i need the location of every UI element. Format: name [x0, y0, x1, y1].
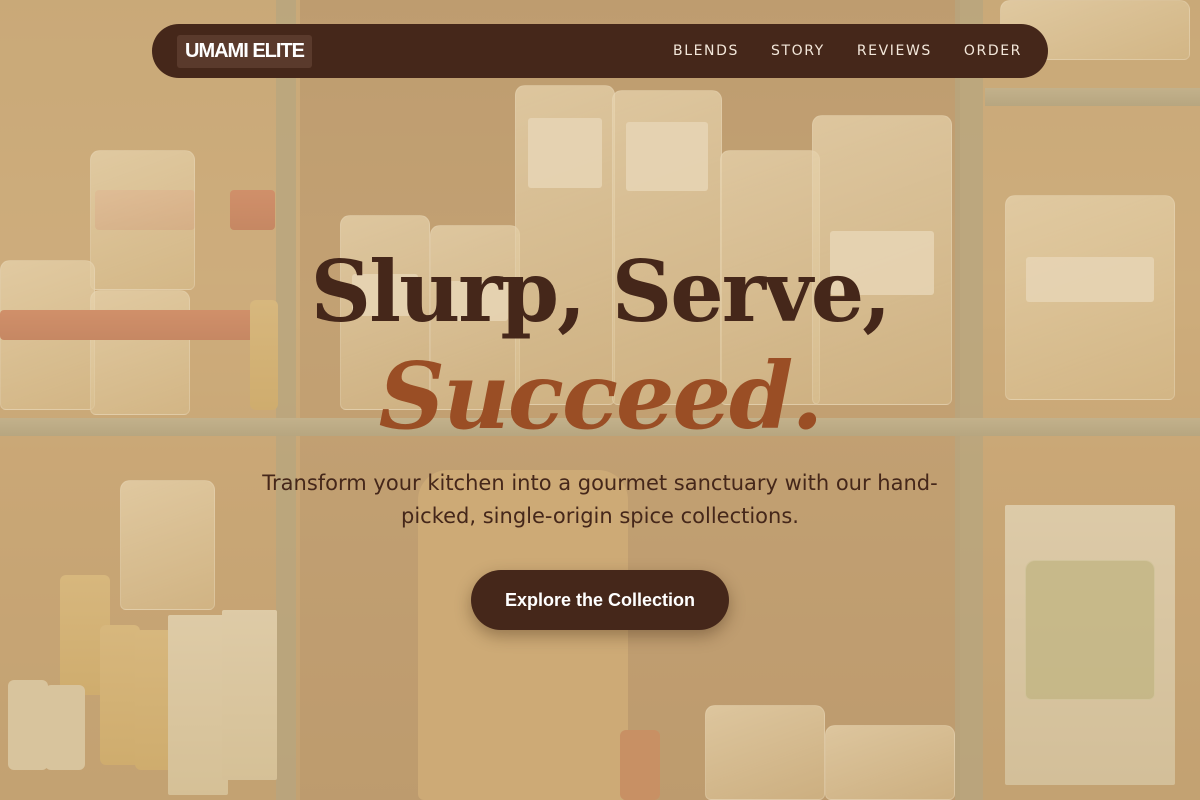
- explore-collection-button[interactable]: Explore the Collection: [471, 570, 729, 630]
- nav-link-story[interactable]: STORY: [771, 43, 825, 59]
- top-navbar: UMAMI ELITE BLENDS STORY REVIEWS ORDER: [152, 24, 1048, 78]
- hero-subtitle: Transform your kitchen into a gourmet sa…: [262, 471, 938, 528]
- hero-headline-line1: Slurp, Serve,: [310, 242, 892, 341]
- nav-link-blends[interactable]: BLENDS: [673, 43, 739, 59]
- brand-logo[interactable]: UMAMI ELITE: [177, 34, 312, 68]
- nav-link-reviews[interactable]: REVIEWS: [857, 43, 932, 59]
- nav-menu: BLENDS STORY REVIEWS ORDER: [673, 43, 1023, 59]
- hero-headline-line2: Succeed.: [378, 342, 824, 450]
- nav-link-order[interactable]: ORDER: [964, 43, 1022, 59]
